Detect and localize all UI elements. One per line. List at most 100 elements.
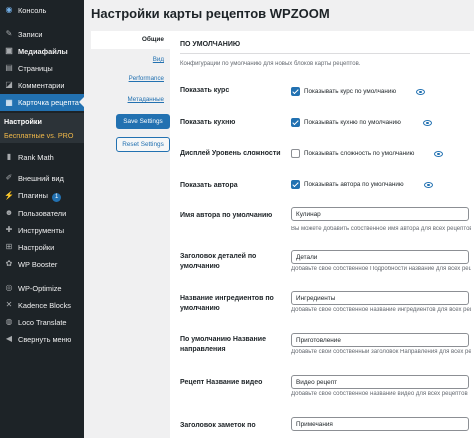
menu-item-media[interactable]: ▣ Медиафайлы <box>0 43 84 59</box>
notes-title-input[interactable]: Примечания <box>291 417 469 431</box>
show-difficulty-option[interactable]: Показывать сложность по умолчанию <box>304 150 414 157</box>
translate-icon: ◍ <box>5 317 13 326</box>
menu-item-loco-translate[interactable]: ◍ Loco Translate <box>0 314 84 330</box>
users-icon: ☻ <box>4 208 14 217</box>
optimize-icon: ◎ <box>5 283 13 292</box>
menu-item-label: Rank Math <box>18 152 54 162</box>
show-author-checkbox[interactable] <box>291 180 300 189</box>
menu-item-label: Внешний вид <box>18 173 64 183</box>
show-difficulty-label: Дисплей Уровень сложности <box>180 150 281 157</box>
menu-item-label: Пользователи <box>18 208 67 218</box>
tab-appearance[interactable]: Вид <box>153 56 164 63</box>
menu-item-posts[interactable]: ✎ Записи <box>0 26 84 42</box>
tab-metadata[interactable]: Метаданные <box>128 96 164 103</box>
section-description: Конфигурации по умолчанию для новых блок… <box>180 61 361 67</box>
menu-item-label: Карточка рецепта <box>18 98 79 107</box>
menu-item-comments[interactable]: ◪ Комментарии <box>0 77 84 93</box>
menu-item-users[interactable]: ☻ Пользователи <box>0 205 84 221</box>
show-course-checkbox[interactable] <box>291 87 300 96</box>
menu-item-label: Медиафайлы <box>18 46 68 56</box>
menu-item-label: Консоль <box>18 5 47 15</box>
eye-icon[interactable] <box>434 151 443 157</box>
menu-item-label: WP Booster <box>18 259 58 269</box>
show-cuisine-option[interactable]: Показывать кухню по умолчанию <box>304 119 401 126</box>
ingredients-title-input[interactable]: Ингредиенты <box>291 291 469 305</box>
settings-icon: ⊞ <box>5 242 13 251</box>
pin-icon: ✎ <box>5 29 13 38</box>
details-title-input[interactable]: Детали <box>291 250 469 264</box>
menu-item-pages[interactable]: ▤ Страницы <box>0 60 84 76</box>
wrench-icon: ✚ <box>5 225 13 234</box>
menu-item-label: Свернуть меню <box>18 334 72 344</box>
menu-item-label: Плагины <box>18 190 48 200</box>
details-title-description: Добавьте свое собственное Подробности на… <box>291 266 471 272</box>
menu-item-plugins[interactable]: ⚡ Плагины 1 <box>0 188 84 204</box>
tab-general-label: Общие <box>141 36 164 43</box>
menu-item-wp-optimize[interactable]: ◎ WP-Optimize <box>0 280 84 296</box>
page-title: Настройки карты рецептов WPZOOM <box>91 6 330 21</box>
show-difficulty-checkbox[interactable] <box>291 149 300 158</box>
settings-tabs: Общие Вид Performance Метаданные Save Se… <box>91 28 170 438</box>
menu-item-label: Kadence Blocks <box>18 300 71 310</box>
menu-item-dashboard[interactable]: ◉ Консоль <box>0 2 84 18</box>
settings-card: ПО УМОЛЧАНИЮ Конфигурации по умолчанию д… <box>170 31 474 438</box>
menu-item-label: Настройки <box>18 242 55 252</box>
brush-icon: ✐ <box>5 173 13 182</box>
show-course-label: Показать курс <box>180 87 230 94</box>
collapse-icon: ◀ <box>5 334 13 343</box>
submenu-item-free-vs-pro[interactable]: Бесплатные vs. PRO <box>4 131 73 140</box>
show-course-option[interactable]: Показывать курс по умолчанию <box>304 88 396 95</box>
directions-title-input[interactable]: Приготовление <box>291 333 469 347</box>
menu-item-settings[interactable]: ⊞ Настройки <box>0 239 84 255</box>
tab-performance[interactable]: Performance <box>129 75 164 82</box>
reset-settings-button[interactable]: Reset Settings <box>116 137 170 152</box>
eye-icon[interactable] <box>416 89 425 95</box>
menu-item-label: Комментарии <box>18 80 65 90</box>
recipe-card-submenu: Настройки Бесплатные vs. PRO <box>0 113 84 143</box>
media-icon: ▣ <box>5 46 13 55</box>
show-author-label: Показать автора <box>180 182 238 189</box>
author-name-description: Вы можете добавить собственное имя автор… <box>291 226 471 232</box>
video-title-description: Добавьте свое собственное название видео… <box>291 391 468 397</box>
directions-title-label: По умолчанию Название направления <box>180 336 266 353</box>
recipe-card-icon: ▦ <box>5 97 13 107</box>
menu-item-label: WP-Optimize <box>18 283 62 293</box>
author-name-input[interactable]: Кулинар <box>291 207 469 221</box>
app-window: ◉ Консоль ✎ Записи ▣ Медиафайлы ▤ Страни… <box>0 0 474 438</box>
video-title-label: Рецепт Название видео <box>180 379 263 386</box>
menu-item-rank-math[interactable]: ▮ Rank Math <box>0 149 84 165</box>
menu-item-collapse[interactable]: ◀ Свернуть меню <box>0 331 84 347</box>
ingredients-title-description: Добавьте свое собственное название ингре… <box>291 307 471 313</box>
details-title-label: Заголовок деталей по умолчанию <box>180 253 257 270</box>
menu-item-label: Loco Translate <box>18 317 67 327</box>
admin-sidebar: ◉ Консоль ✎ Записи ▣ Медиафайлы ▤ Страни… <box>0 0 84 438</box>
menu-item-appearance[interactable]: ✐ Внешний вид <box>0 170 84 186</box>
comment-icon: ◪ <box>5 80 13 89</box>
notes-title-label: Заголовок заметок по <box>180 422 256 429</box>
menu-item-tools[interactable]: ✚ Инструменты <box>0 222 84 238</box>
page-icon: ▤ <box>5 63 13 72</box>
ingredients-title-label: Название ингредиентов по умолчанию <box>180 295 274 312</box>
menu-item-kadence-blocks[interactable]: ✕ Kadence Blocks <box>0 297 84 313</box>
chart-icon: ▮ <box>6 152 12 161</box>
show-cuisine-checkbox[interactable] <box>291 118 300 127</box>
menu-item-label-wrap: Плагины 1 <box>18 191 84 202</box>
menu-item-label: Страницы <box>18 63 53 73</box>
plugin-icon: ⚡ <box>4 191 14 200</box>
show-author-option[interactable]: Показывать автора по умолчанию <box>304 181 404 188</box>
update-count-badge: 1 <box>51 192 62 202</box>
section-divider <box>180 53 470 54</box>
directions-title-description: Добавьте свой собственный заголовок Напр… <box>291 349 471 355</box>
show-cuisine-label: Показать кухню <box>180 119 236 126</box>
menu-item-recipe-card[interactable]: ▦ Карточка рецепта <box>0 94 84 111</box>
tab-general[interactable]: Общие <box>91 31 170 49</box>
submenu-item-settings[interactable]: Настройки <box>4 117 42 126</box>
save-settings-button[interactable]: Save Settings <box>116 114 170 129</box>
eye-icon[interactable] <box>424 182 433 188</box>
author-name-label: Имя автора по умолчанию <box>180 212 273 219</box>
menu-item-wp-booster[interactable]: ✿ WP Booster <box>0 256 84 272</box>
menu-item-label: Записи <box>18 29 43 39</box>
eye-icon[interactable] <box>423 120 432 126</box>
booster-icon: ✿ <box>5 259 13 268</box>
video-title-input[interactable]: Видео рецепт <box>291 375 469 389</box>
